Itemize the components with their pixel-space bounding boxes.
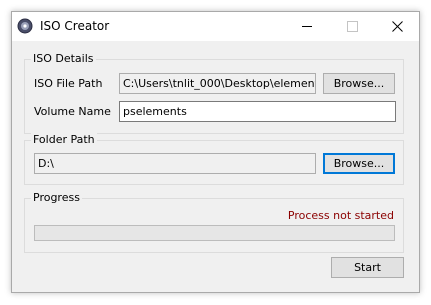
iso-browse-button[interactable]: Browse... xyxy=(323,73,395,94)
progress-bar xyxy=(34,225,395,241)
minimize-button[interactable] xyxy=(285,12,330,41)
window-title: ISO Creator xyxy=(40,19,110,33)
volume-name-input[interactable]: pselements xyxy=(119,101,396,122)
iso-details-group-label: ISO Details xyxy=(31,52,96,65)
iso-file-path-label: ISO File Path xyxy=(34,77,103,90)
folder-path-group-label: Folder Path xyxy=(31,133,97,146)
folder-path-field[interactable]: D:\ xyxy=(34,153,316,174)
maximize-button[interactable] xyxy=(330,12,375,41)
close-icon xyxy=(392,21,403,32)
start-button[interactable]: Start xyxy=(331,257,404,278)
iso-creator-window: ISO Creator ISO Details ISO File Path C:… xyxy=(11,11,420,293)
iso-file-path-field[interactable]: C:\Users\tnlit_000\Desktop\elements.iso xyxy=(119,73,316,94)
progress-group-label: Progress xyxy=(31,191,82,204)
folder-browse-button[interactable]: Browse... xyxy=(323,153,395,174)
folder-path-group: Folder Path D:\ Browse... xyxy=(24,133,404,185)
iso-details-group: ISO Details ISO File Path C:\Users\tnlit… xyxy=(24,52,404,134)
title-bar[interactable]: ISO Creator xyxy=(12,12,419,41)
volume-name-label: Volume Name xyxy=(34,105,111,118)
disc-icon xyxy=(17,18,33,34)
progress-status-text: Process not started xyxy=(287,209,394,222)
close-button[interactable] xyxy=(375,12,420,41)
progress-group: Progress Process not started xyxy=(24,191,404,253)
